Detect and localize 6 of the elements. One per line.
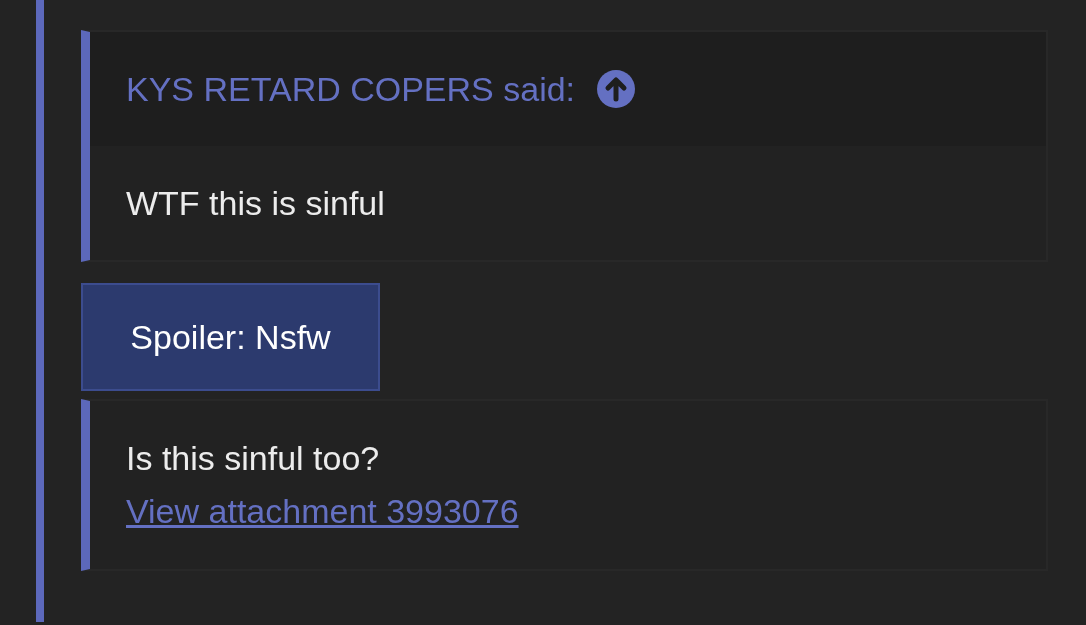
spoiler-button[interactable]: Spoiler: Nsfw xyxy=(81,283,380,391)
quote-author: KYS RETARD COPERS said: xyxy=(126,69,576,109)
jump-up-icon[interactable] xyxy=(597,70,636,108)
quote-text: WTF this is sinful xyxy=(126,183,385,223)
post-text: Is this sinful too? xyxy=(126,438,381,479)
attachment-link[interactable]: View attachment 3993076 xyxy=(126,485,519,538)
